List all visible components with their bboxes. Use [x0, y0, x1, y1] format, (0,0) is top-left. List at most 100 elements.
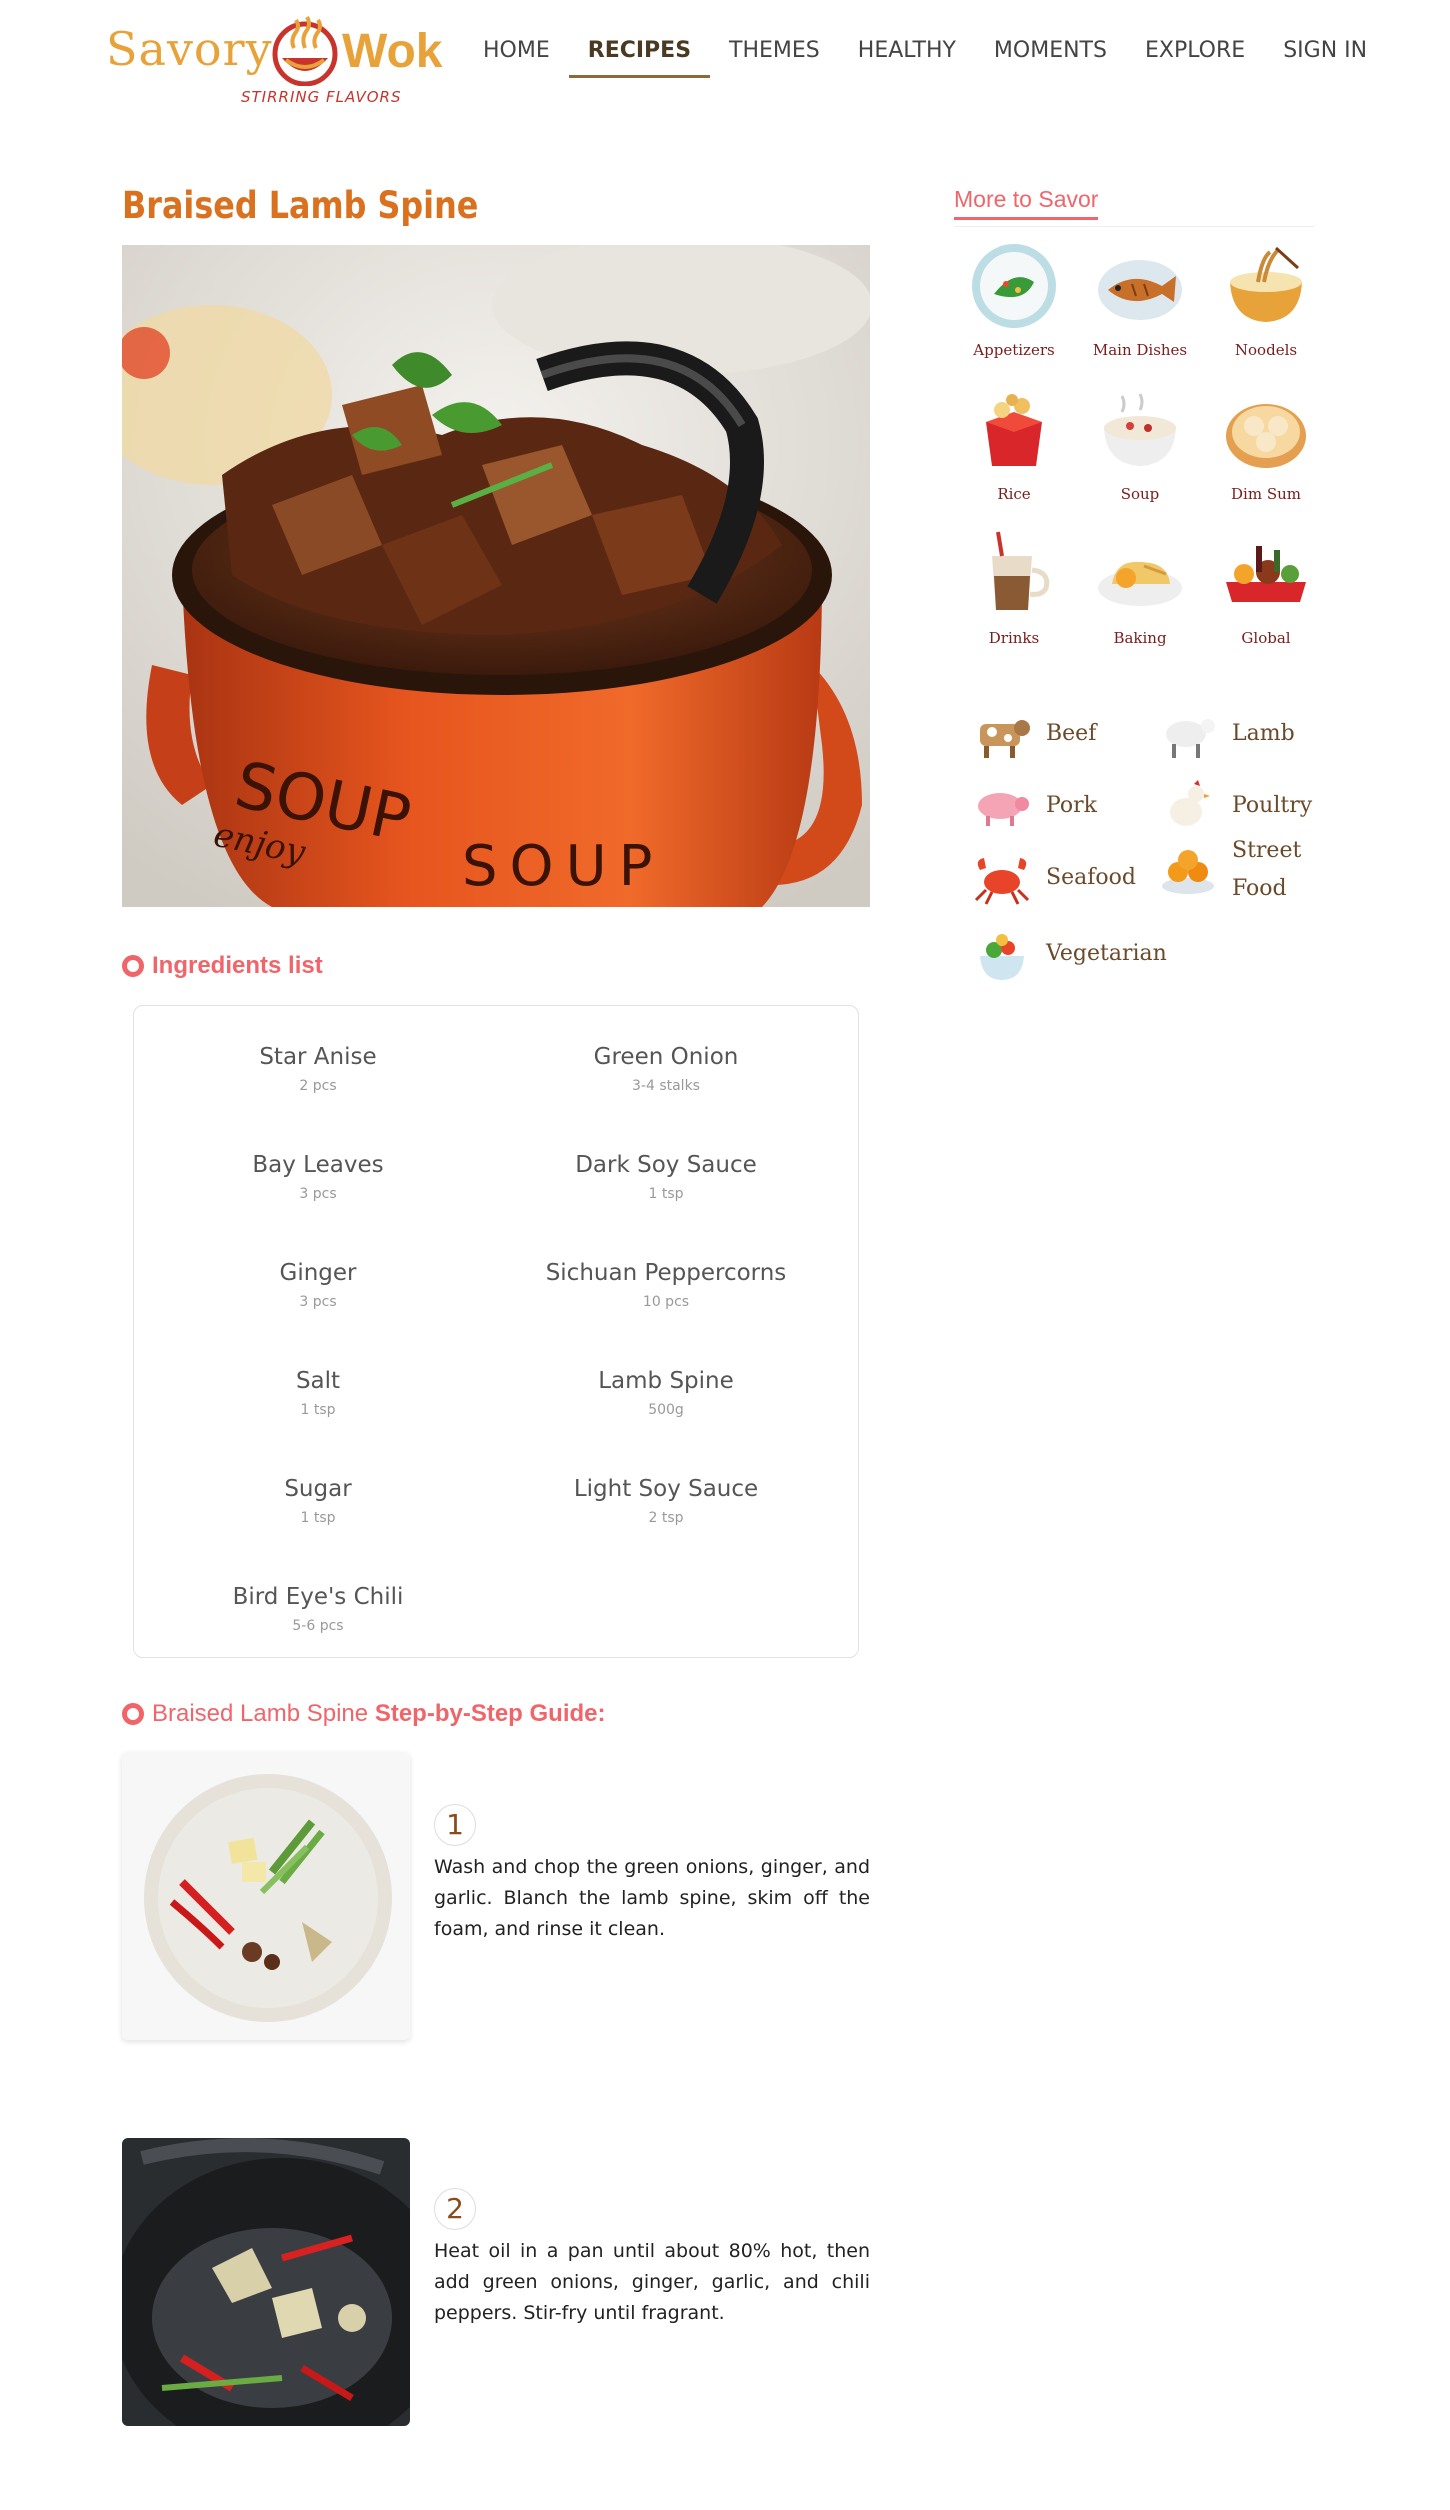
braised-lamb-pot-image: SOUP SOUP enjoy — [122, 245, 870, 907]
category-soup[interactable]: Soup — [1080, 382, 1200, 503]
ingredient-item: Star Anise 2 pcs — [148, 1044, 488, 1094]
ingredient-link-poultry[interactable]: Poultry — [1156, 774, 1312, 838]
step-2-text: Heat oil in a pan until about 80% hot, t… — [434, 2240, 870, 2324]
steps-heading-suffix: Step-by-Step Guide: — [374, 1700, 606, 1727]
ingredient-name: Light Soy Sauce — [573, 1476, 759, 1502]
category-label: Dim Sum — [1231, 485, 1301, 503]
category-baking[interactable]: Baking — [1080, 526, 1200, 647]
ingredient-name: Ginger — [279, 1260, 357, 1286]
ingredient-name: Bay Leaves — [252, 1152, 384, 1178]
ingredient-link-label: Poultry — [1232, 793, 1313, 818]
site-logo[interactable]: Savory Wok STIRRING FLAVORS — [106, 14, 446, 120]
site-header: Savory Wok STIRRING FLAVORS HOME RECIPES… — [0, 0, 1450, 120]
ingredient-link-pork[interactable]: Pork — [970, 774, 1097, 838]
pastry-plate-icon — [1098, 561, 1182, 606]
ingredient-amount: 1 tsp — [300, 1510, 336, 1526]
ingredient-link-label: Vegetarian — [1046, 941, 1167, 966]
nav-sign-in[interactable]: SIGN IN — [1264, 34, 1386, 78]
ingredient-link-lamb[interactable]: Lamb — [1156, 702, 1295, 766]
hero-image: SOUP SOUP enjoy — [122, 245, 870, 907]
ingredients-list: Star Anise 2 pcs Green Onion 3-4 stalks … — [133, 1005, 859, 1658]
nav-themes[interactable]: THEMES — [710, 34, 839, 78]
ingredient-name: Lamb Spine — [598, 1368, 734, 1394]
sidebar-divider — [954, 226, 1314, 227]
category-label: Baking — [1113, 629, 1167, 647]
step-1-number: 1 — [434, 1804, 476, 1846]
category-drinks[interactable]: Drinks — [954, 526, 1074, 647]
ingredient-link-label: Lamb — [1232, 721, 1295, 746]
logo-word-wok: Wok — [342, 25, 443, 78]
ingredient-item: Bay Leaves 3 pcs — [148, 1152, 488, 1202]
category-noodels[interactable]: Noodels — [1206, 238, 1326, 359]
main-nav: HOME RECIPES THEMES HEALTHY MOMENTS EXPL… — [464, 34, 1386, 78]
steps-heading-recipe: Braised Lamb Spine — [152, 1700, 369, 1727]
ingredient-item: Sichuan Peppercorns 10 pcs — [496, 1260, 836, 1310]
ingredient-name: Salt — [295, 1368, 341, 1394]
ingredient-name: Bird Eye's Chili — [232, 1584, 404, 1610]
ingredient-item: Ginger 3 pcs — [148, 1260, 488, 1310]
category-label: Main Dishes — [1092, 341, 1188, 359]
ingredient-link-label: Beef — [1046, 721, 1097, 746]
heading-ring-icon — [122, 955, 144, 977]
logo-tagline: STIRRING FLAVORS — [241, 88, 402, 106]
nav-healthy[interactable]: HEALTHY — [839, 34, 975, 78]
appetizer-plate-icon — [972, 244, 1056, 328]
ingredient-amount: 5-6 pcs — [292, 1618, 344, 1634]
stir-fry-wok-image — [122, 2138, 410, 2426]
ingredient-amount: 1 tsp — [300, 1402, 336, 1418]
feast-table-icon — [1226, 546, 1306, 602]
heading-ring-icon — [122, 1703, 144, 1725]
category-label: Soup — [1120, 485, 1160, 503]
salad-icon — [980, 934, 1024, 980]
dim-sum-basket-icon — [1226, 404, 1306, 468]
prepared-aromatics-plate-image — [122, 1752, 410, 2040]
ingredient-amount: 3 pcs — [299, 1294, 337, 1310]
noodle-bowl-icon — [1230, 246, 1302, 322]
category-label: Noodels — [1234, 341, 1298, 359]
cow-icon — [980, 720, 1030, 758]
steps-heading: Braised Lamb Spine Step-by-Step Guide: — [122, 1700, 605, 1728]
category-dim-sum[interactable]: Dim Sum — [1206, 382, 1326, 503]
step-1-image — [122, 1752, 410, 2040]
category-rice[interactable]: Rice — [954, 382, 1074, 503]
category-main-dishes[interactable]: Main Dishes — [1080, 238, 1200, 359]
nav-recipes[interactable]: RECIPES — [568, 34, 711, 78]
rice-box-icon — [986, 394, 1042, 466]
ingredient-amount: 2 tsp — [648, 1510, 684, 1526]
ingredient-item: Sugar 1 tsp — [148, 1476, 488, 1526]
category-appetizers[interactable]: Appetizers — [954, 238, 1074, 359]
ingredient-item: Light Soy Sauce 2 tsp — [496, 1476, 836, 1526]
chicken-icon — [1170, 780, 1210, 826]
pot-text-soup-2: SOUP — [462, 834, 664, 899]
ingredient-name: Sichuan Peppercorns — [545, 1260, 787, 1286]
ingredient-link-vegetarian[interactable]: Vegetarian — [970, 922, 1167, 986]
street-food-icon — [1162, 850, 1214, 894]
ingredients-heading-text: Ingredients list — [152, 952, 323, 979]
ingredient-item: Salt 1 tsp — [148, 1368, 488, 1418]
ingredient-amount: 10 pcs — [642, 1294, 690, 1310]
soup-bowl-icon — [1104, 393, 1176, 466]
ingredient-link-seafood[interactable]: Seafood — [970, 846, 1136, 910]
ingredient-link-label: Street Food — [1232, 838, 1302, 901]
category-global[interactable]: Global — [1206, 526, 1326, 647]
step-2-number: 2 — [434, 2188, 476, 2230]
nav-home[interactable]: HOME — [464, 34, 569, 78]
ingredient-link-street-food[interactable]: Street Food — [1156, 832, 1316, 908]
ingredient-amount: 500g — [648, 1402, 684, 1418]
nav-explore[interactable]: EXPLORE — [1126, 34, 1264, 78]
ingredient-link-label: Pork — [1046, 793, 1098, 818]
sheep-icon — [1166, 719, 1215, 758]
ingredient-link-beef[interactable]: Beef — [970, 702, 1096, 766]
category-label: Drinks — [988, 629, 1040, 647]
wok-emblem-icon — [272, 16, 338, 86]
ingredient-amount: 3-4 stalks — [632, 1078, 700, 1094]
ingredient-amount: 3 pcs — [299, 1186, 337, 1202]
nav-moments[interactable]: MOMENTS — [975, 34, 1126, 78]
category-label: Appetizers — [973, 341, 1055, 359]
step-2-image — [122, 2138, 410, 2426]
ingredient-name: Sugar — [284, 1476, 352, 1502]
pig-icon — [978, 793, 1029, 826]
category-label: Global — [1241, 629, 1291, 647]
ingredients-heading: Ingredients list — [122, 952, 323, 980]
ingredient-item: Lamb Spine 500g — [496, 1368, 836, 1418]
